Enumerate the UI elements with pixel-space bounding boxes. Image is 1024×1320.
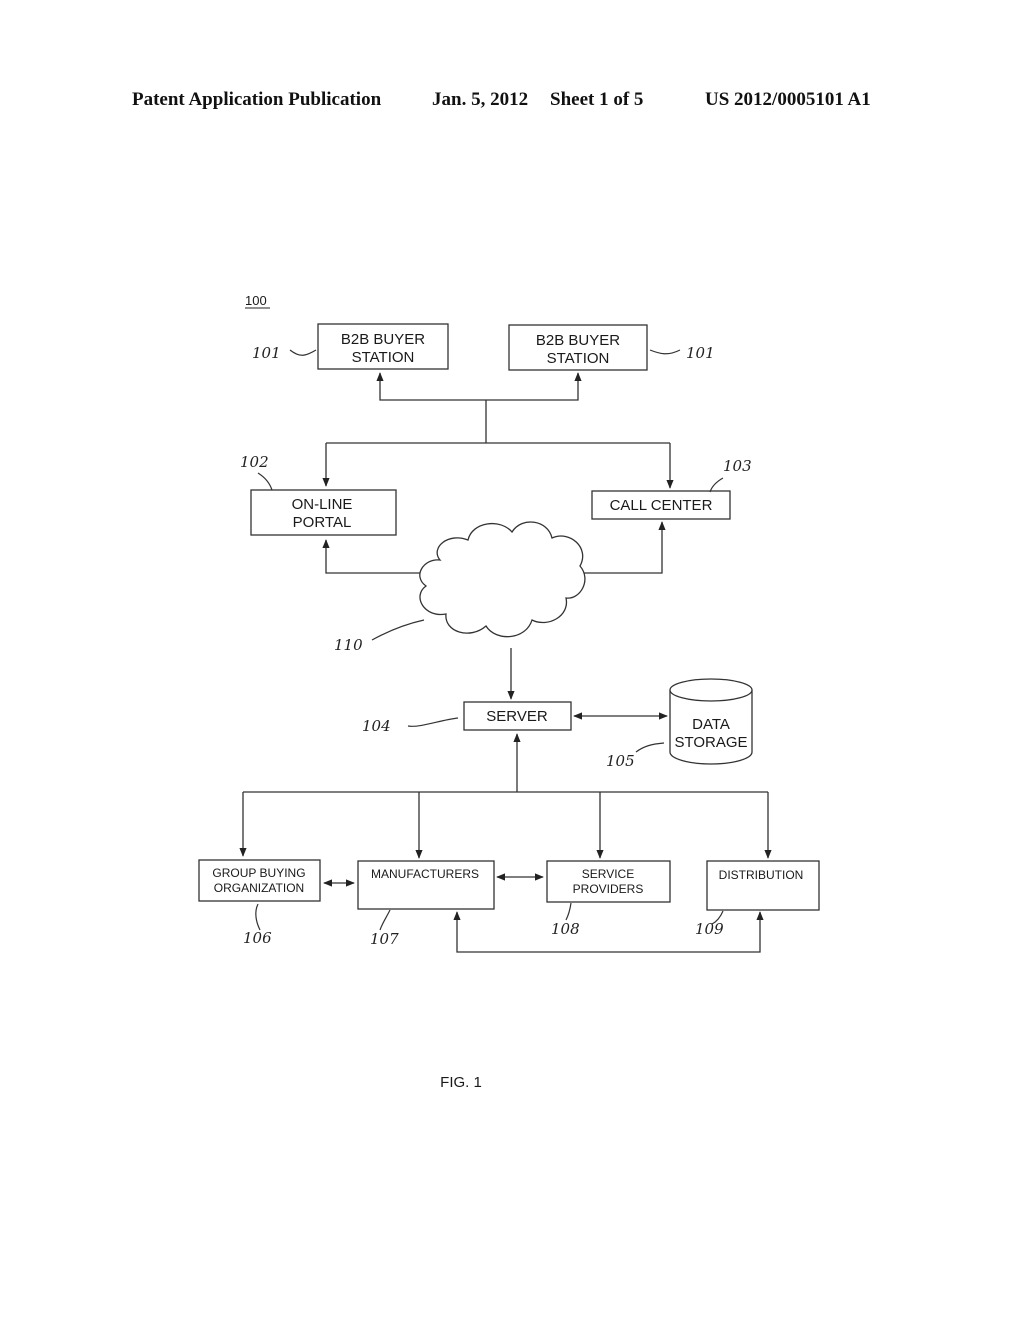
leader-103 (709, 477, 724, 493)
leader-101-right (649, 349, 681, 355)
fig-1-diagram: 100 B2B BUYER STATION B2B BUYER STATION … (198, 293, 820, 1091)
ref-107: 107 (370, 930, 399, 948)
connector-to-buyer-right (486, 372, 582, 401)
manufacturers-label: MANUFACTURERS (371, 867, 479, 881)
services-line2: PROVIDERS (573, 882, 644, 896)
leader-106 (255, 903, 261, 931)
services-line1: SERVICE (582, 867, 634, 881)
server-label: SERVER (486, 708, 548, 725)
buyer-right-line2: STATION (547, 350, 610, 367)
gpo-line2: ORGANIZATION (214, 881, 304, 895)
leader-102 (257, 472, 273, 491)
connector-cloud-portal (322, 539, 428, 574)
connector-cloud-call-center (576, 521, 666, 574)
leader-110 (371, 619, 425, 641)
system-ref: 100 (245, 293, 267, 308)
ref-105: 105 (606, 752, 635, 770)
portal-line1: ON-LINE (292, 496, 353, 513)
storage-cylinder-top (669, 678, 753, 702)
leader-104 (407, 717, 459, 727)
ref-101-right: 101 (686, 344, 715, 362)
ref-110: 110 (334, 636, 363, 654)
leader-105 (635, 742, 665, 753)
network-cloud-icon (419, 521, 586, 638)
buyer-left-line2: STATION (352, 349, 415, 366)
connector-to-buyer-left (376, 372, 486, 401)
leader-101-left (289, 349, 317, 356)
ref-102: 102 (240, 453, 269, 471)
connectors (239, 372, 772, 953)
buyer-right-line1: B2B BUYER (536, 332, 620, 349)
ref-leaders (255, 349, 724, 931)
storage-line1: DATA (692, 716, 730, 733)
ref-103: 103 (723, 457, 752, 475)
storage-line2: STORAGE (674, 734, 747, 751)
ref-101-left: 101 (252, 344, 281, 362)
leader-107 (379, 909, 391, 931)
ref-108: 108 (551, 920, 580, 938)
leader-108 (565, 902, 572, 921)
call-center-label: CALL CENTER (610, 497, 713, 514)
buyer-left-line1: B2B BUYER (341, 331, 425, 348)
ref-109: 109 (695, 920, 724, 938)
ref-104: 104 (362, 717, 391, 735)
figure-caption: FIG. 1 (440, 1074, 482, 1091)
gpo-line1: GROUP BUYING (212, 866, 305, 880)
distribution-label: DISTRIBUTION (719, 868, 804, 882)
ref-106: 106 (243, 929, 272, 947)
portal-line2: PORTAL (293, 514, 352, 531)
